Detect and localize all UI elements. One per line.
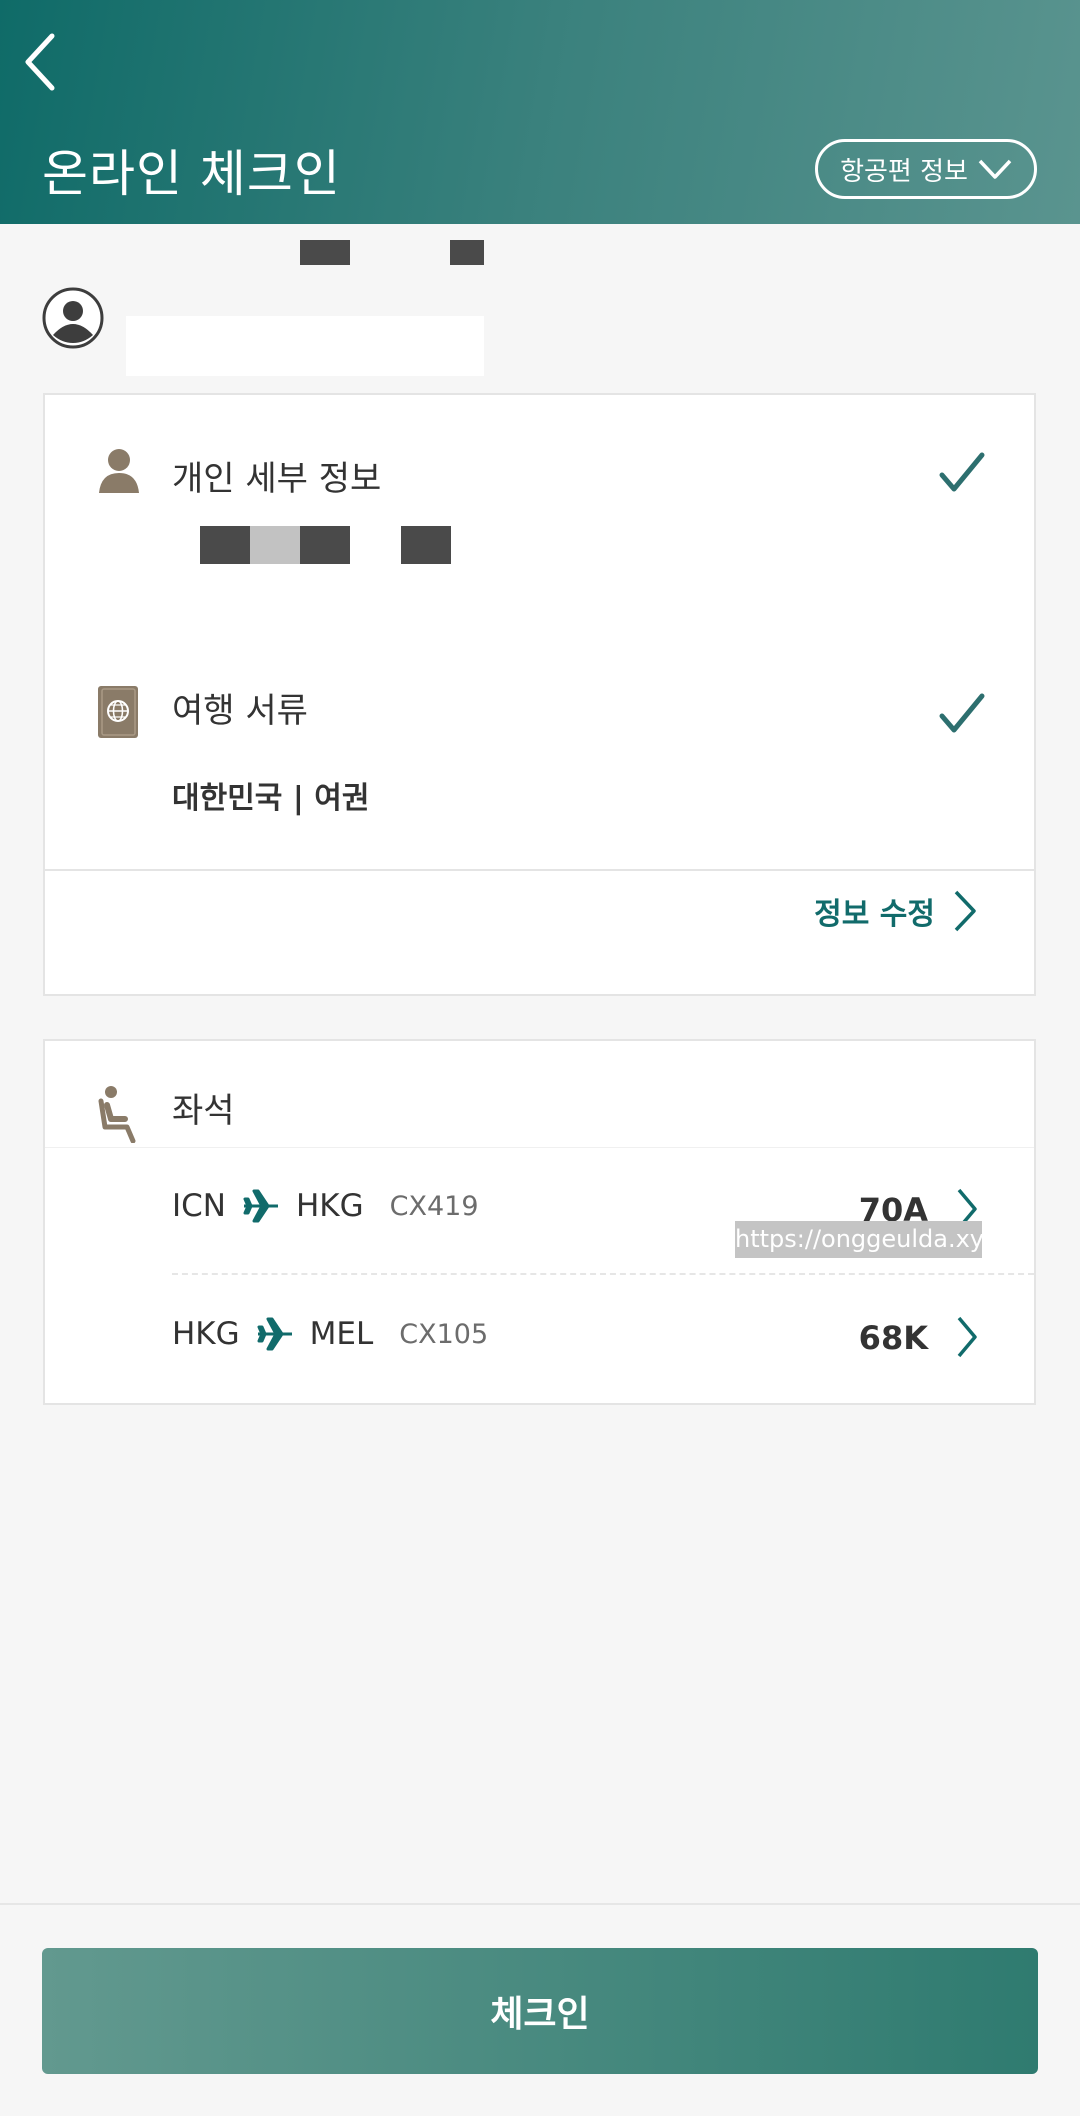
destination-code: HKG <box>295 1188 364 1224</box>
watermark-text: https://onggeulda.xyz <box>735 1221 997 1258</box>
flight-number: CX105 <box>399 1318 489 1350</box>
back-arrow-icon[interactable] <box>18 26 78 96</box>
seat-title: 좌석 <box>172 1091 235 1131</box>
checkin-label: 체크인 <box>490 1994 590 2035</box>
checkmark-icon <box>939 693 985 733</box>
redacted-block <box>250 526 300 564</box>
flight-info-button[interactable]: 항공편 정보 <box>815 139 1037 199</box>
destination-code: MEL <box>309 1316 374 1352</box>
origin-code: HKG <box>172 1316 240 1352</box>
airplane-icon <box>257 1317 292 1351</box>
person-icon <box>99 449 139 493</box>
redacted-name-field <box>126 316 484 376</box>
chevron-right-icon <box>954 890 976 932</box>
footer-divider <box>0 1903 1080 1905</box>
seat-row[interactable]: HKG MEL CX105 68K <box>45 1275 1034 1395</box>
section-divider <box>45 1147 1034 1148</box>
origin-code: ICN <box>172 1188 226 1224</box>
personal-details-title: 개인 세부 정보 <box>172 459 382 499</box>
edit-info-label: 정보 수정 <box>814 897 935 932</box>
checkin-button[interactable]: 체크인 <box>42 1948 1038 2074</box>
passport-icon <box>98 686 138 738</box>
seat-number: 68K <box>858 1319 928 1357</box>
seat-icon <box>98 1086 136 1143</box>
travel-documents-title: 여행 서류 <box>172 691 308 731</box>
chevron-right-icon <box>957 1316 977 1358</box>
page-title: 온라인 체크인 <box>42 145 341 203</box>
redacted-block <box>401 526 451 564</box>
checkmark-icon <box>939 452 985 492</box>
user-avatar-icon <box>42 287 104 349</box>
redacted-block <box>300 526 350 564</box>
airplane-icon <box>243 1189 278 1223</box>
passenger-info-card: 개인 세부 정보 여행 서류 대한민국 | 여권 정보 수정 <box>43 393 1036 996</box>
flight-number: CX419 <box>389 1190 479 1222</box>
redacted-block <box>300 240 350 265</box>
travel-documents-value: 대한민국 | 여권 <box>172 781 370 816</box>
section-divider <box>45 869 1034 871</box>
edit-info-link[interactable]: 정보 수정 <box>814 889 977 933</box>
app-header: 온라인 체크인 항공편 정보 <box>0 0 1080 224</box>
redacted-block <box>450 240 484 265</box>
redacted-block <box>200 526 250 564</box>
flight-info-label: 항공편 정보 <box>840 156 968 187</box>
chevron-down-icon <box>978 159 1012 179</box>
